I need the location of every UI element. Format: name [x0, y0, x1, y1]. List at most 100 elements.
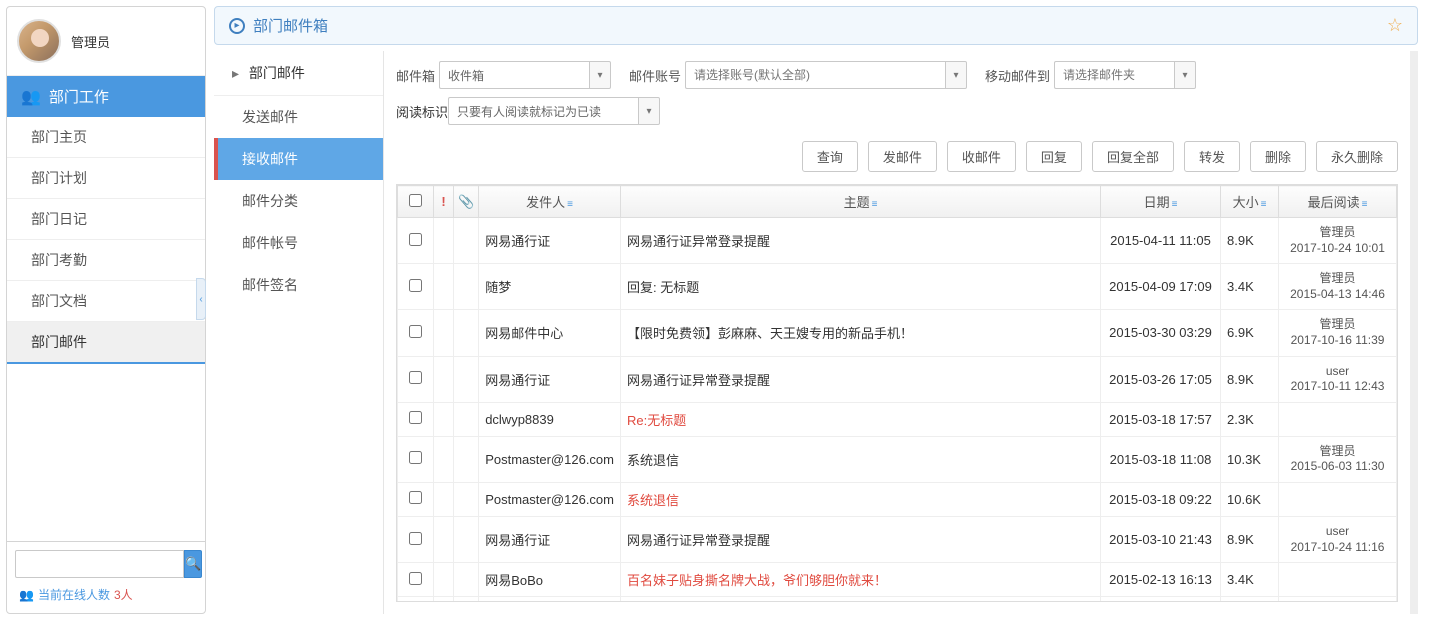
cell-subject: 百名妹子贴身撕名牌大战，爷们够胆你就来！ [621, 563, 1101, 597]
cell-size: 2.3K [1221, 402, 1279, 436]
perm-delete-button[interactable]: 永久删除 [1316, 141, 1398, 172]
search-input[interactable] [15, 550, 184, 578]
table-row[interactable]: 随梦回复: 无标题2015-04-09 17:093.4K管理员2015-04-… [398, 264, 1397, 310]
subnav-item[interactable]: 接收邮件 [214, 138, 383, 180]
cell-date: 2015-03-18 17:57 [1101, 402, 1221, 436]
nav-item[interactable]: 部门计划 [7, 158, 205, 199]
cell-sender: 网易通行证 [479, 218, 621, 264]
col-last-read[interactable]: 最后阅读≡ [1279, 186, 1397, 218]
query-button[interactable]: 查询 [802, 141, 858, 172]
chevron-down-icon: ▾ [1183, 70, 1188, 81]
avatar [17, 19, 61, 63]
cell-last-read: user2017-10-11 12:43 [1279, 356, 1397, 402]
table-row[interactable]: 网易通行证网易通行证异常登录提醒2015-03-10 21:438.9Kuser… [398, 516, 1397, 562]
col-subject[interactable]: 主题≡ [621, 186, 1101, 218]
arrow-right-circle-icon: ▸ [229, 18, 245, 34]
subnav-header[interactable]: 部门邮件 [214, 51, 383, 96]
subnav-item[interactable]: 邮件签名 [214, 264, 383, 306]
col-attachment[interactable]: 📎 [454, 186, 479, 218]
row-checkbox[interactable] [409, 491, 422, 504]
table-row[interactable]: 网易通行证网易通行证异常登录提醒2015-04-11 11:058.9K管理员2… [398, 218, 1397, 264]
table-row[interactable]: 网易BoBo百名妹子贴身撕名牌大战，爷们够胆你就来！2015-02-13 16:… [398, 563, 1397, 597]
row-checkbox[interactable] [409, 532, 422, 545]
bottom-box: 🔍 👥 当前在线人数 3人 [7, 541, 205, 613]
cell-last-read [1279, 482, 1397, 516]
moveto-dropdown[interactable]: ▾ [1174, 61, 1196, 89]
cell-sender: 网易邮件中心 [479, 310, 621, 356]
col-date[interactable]: 日期≡ [1101, 186, 1221, 218]
user-name: 管理员 [71, 32, 110, 51]
account-label: 邮件账号 [629, 66, 681, 85]
col-size[interactable]: 大小≡ [1221, 186, 1279, 218]
online-label: 当前在线人数 [38, 586, 110, 603]
moveto-select[interactable] [1054, 61, 1174, 89]
cell-date: 2015-03-26 17:05 [1101, 356, 1221, 402]
subnav-item[interactable]: 邮件帐号 [214, 222, 383, 264]
send-button[interactable]: 发邮件 [868, 141, 937, 172]
nav-header-label: 部门工作 [49, 86, 109, 107]
page-title: 部门邮件箱 [253, 15, 328, 36]
nav-items: 部门主页部门计划部门日记部门考勤部门文档部门邮件 [7, 117, 205, 364]
col-flag[interactable]: ! [434, 186, 454, 218]
chevron-down-icon: ▾ [954, 70, 959, 81]
table-row[interactable]: Postmaster@126.com系统退信2015-03-18 11:0810… [398, 436, 1397, 482]
row-checkbox[interactable] [409, 279, 422, 292]
account-select[interactable] [685, 61, 945, 89]
cell-last-read: 管理员2015-06-03 11:30 [1279, 436, 1397, 482]
nav-item[interactable]: 部门考勤 [7, 240, 205, 281]
filter-row-2: 阅读标识 ▾ [384, 93, 1410, 135]
row-checkbox[interactable] [409, 411, 422, 424]
subnav-item[interactable]: 发送邮件 [214, 96, 383, 138]
row-checkbox[interactable] [409, 371, 422, 384]
reply-all-button[interactable]: 回复全部 [1092, 141, 1174, 172]
row-checkbox[interactable] [409, 325, 422, 338]
table-row[interactable]: 网易邮件中心奔跑吧2015！网易邮箱送您羊年大礼包～2015-01-30 10:… [398, 597, 1397, 602]
table-row[interactable]: 网易通行证网易通行证异常登录提醒2015-03-26 17:058.9Kuser… [398, 356, 1397, 402]
readflag-dropdown[interactable]: ▾ [638, 97, 660, 125]
nav-header-dept-work[interactable]: 👥 部门工作 [7, 76, 205, 117]
cell-last-read: 管理员2015-04-13 14:46 [1279, 264, 1397, 310]
mailbox-label: 邮件箱 [396, 66, 435, 85]
cell-date: 2015-03-18 11:08 [1101, 436, 1221, 482]
collapse-handle[interactable]: ‹ [196, 278, 206, 320]
mailbox-dropdown[interactable]: ▾ [589, 61, 611, 89]
nav-section: 👥 部门工作 [7, 76, 205, 117]
cell-last-read [1279, 597, 1397, 602]
main-area: ▸ 部门邮件箱 ☆ 部门邮件 发送邮件接收邮件邮件分类邮件帐号邮件签名 邮件箱 … [210, 0, 1436, 620]
title-bar: ▸ 部门邮件箱 ☆ [214, 6, 1418, 45]
row-checkbox[interactable] [409, 233, 422, 246]
receive-button[interactable]: 收邮件 [947, 141, 1016, 172]
reply-button[interactable]: 回复 [1026, 141, 1082, 172]
readflag-select[interactable] [448, 97, 638, 125]
cell-sender: 网易BoBo [479, 563, 621, 597]
cell-sender: 网易通行证 [479, 516, 621, 562]
nav-item[interactable]: 部门日记 [7, 199, 205, 240]
search-button[interactable]: 🔍 [184, 550, 202, 578]
delete-button[interactable]: 删除 [1250, 141, 1306, 172]
nav-item[interactable]: 部门邮件 [7, 322, 205, 364]
left-sidebar: 管理员 👥 部门工作 部门主页部门计划部门日记部门考勤部门文档部门邮件 🔍 👥 … [6, 6, 206, 614]
table-row[interactable]: 网易邮件中心【限时免费领】彭麻麻、天王嫂专用的新品手机！2015-03-30 0… [398, 310, 1397, 356]
star-icon[interactable]: ☆ [1387, 15, 1403, 36]
mail-table-wrap[interactable]: ! 📎 发件人≡ 主题≡ 日期≡ 大小≡ 最后阅读≡ 网易通行证网易通行证异常登… [396, 184, 1398, 602]
select-all-checkbox[interactable] [409, 194, 422, 207]
table-row[interactable]: dclwyp8839Re:无标题2015-03-18 17:572.3K [398, 402, 1397, 436]
account-dropdown[interactable]: ▾ [945, 61, 967, 89]
mailbox-select[interactable] [439, 61, 589, 89]
cell-last-read: 管理员2017-10-24 10:01 [1279, 218, 1397, 264]
people-icon: 👥 [19, 588, 34, 602]
forward-button[interactable]: 转发 [1184, 141, 1240, 172]
col-sender[interactable]: 发件人≡ [479, 186, 621, 218]
nav-item[interactable]: 部门文档 [7, 281, 205, 322]
row-checkbox[interactable] [409, 451, 422, 464]
cell-sender: Postmaster@126.com [479, 482, 621, 516]
nav-item[interactable]: 部门主页 [7, 117, 205, 158]
table-row[interactable]: Postmaster@126.com系统退信2015-03-18 09:2210… [398, 482, 1397, 516]
cell-subject: Re:无标题 [621, 402, 1101, 436]
row-checkbox[interactable] [409, 572, 422, 585]
subnav-item[interactable]: 邮件分类 [214, 180, 383, 222]
cell-subject: 网易通行证异常登录提醒 [621, 218, 1101, 264]
cell-sender: 网易通行证 [479, 356, 621, 402]
online-users[interactable]: 👥 当前在线人数 3人 [15, 578, 197, 605]
chevron-left-icon: ‹ [199, 294, 202, 305]
